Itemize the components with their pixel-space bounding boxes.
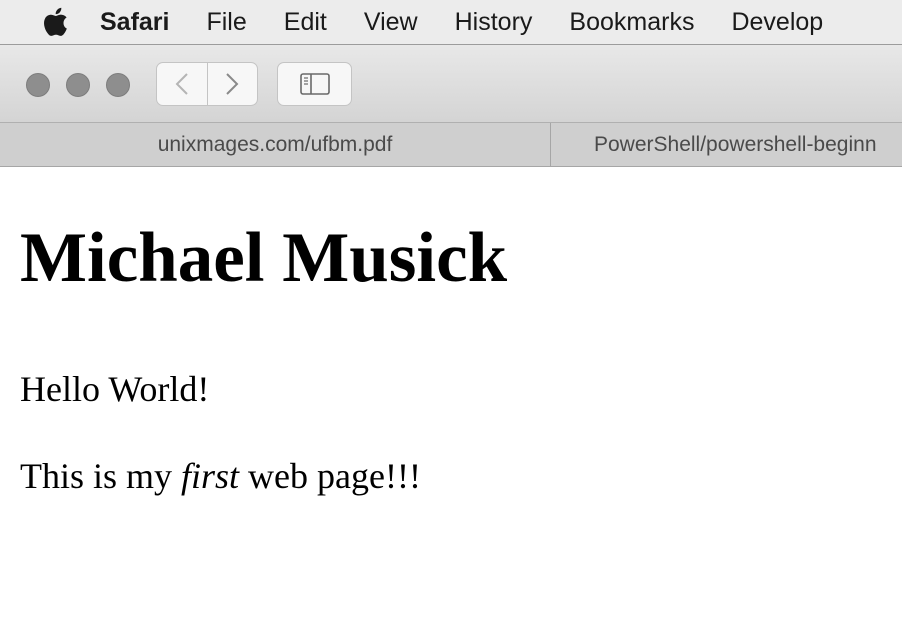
page-heading: Michael Musick bbox=[20, 219, 508, 297]
tab-ufbm-pdf[interactable]: unixmages.com/ufbm.pdf bbox=[0, 123, 551, 166]
chevron-right-icon bbox=[226, 73, 239, 95]
navigation-buttons bbox=[156, 62, 258, 106]
web-page-content: Michael Musick Hello World! This is my f… bbox=[0, 167, 902, 626]
menu-edit[interactable]: Edit bbox=[284, 0, 327, 44]
close-window-button[interactable] bbox=[26, 73, 50, 97]
forward-button[interactable] bbox=[206, 63, 258, 105]
zoom-window-button[interactable] bbox=[106, 73, 130, 97]
menu-view[interactable]: View bbox=[364, 0, 418, 44]
tab-powershell[interactable]: PowerShell/powershell-beginn bbox=[551, 123, 902, 166]
back-button[interactable] bbox=[157, 63, 207, 105]
menu-bookmarks[interactable]: Bookmarks bbox=[569, 0, 694, 44]
menu-file[interactable]: File bbox=[206, 0, 246, 44]
menu-develop[interactable]: Develop bbox=[731, 0, 823, 44]
emphasis-first: first bbox=[181, 456, 240, 496]
paragraph-first-page: This is my first web page!!! bbox=[20, 458, 421, 494]
paragraph-text-start: This is my bbox=[20, 456, 182, 496]
chevron-left-icon bbox=[175, 73, 188, 95]
menu-bar: Safari File Edit View History Bookmarks … bbox=[0, 0, 902, 44]
browser-toolbar bbox=[0, 44, 902, 122]
menu-history[interactable]: History bbox=[455, 0, 533, 44]
show-sidebar-button[interactable] bbox=[277, 62, 352, 106]
menu-safari[interactable]: Safari bbox=[100, 0, 169, 44]
minimize-window-button[interactable] bbox=[66, 73, 90, 97]
apple-menu-icon[interactable] bbox=[38, 5, 72, 39]
tab-bar: unixmages.com/ufbm.pdf PowerShell/powers… bbox=[0, 122, 902, 167]
paragraph-hello: Hello World! bbox=[20, 369, 210, 409]
paragraph-text-end: web page!!! bbox=[239, 456, 421, 496]
sidebar-icon bbox=[299, 73, 330, 95]
